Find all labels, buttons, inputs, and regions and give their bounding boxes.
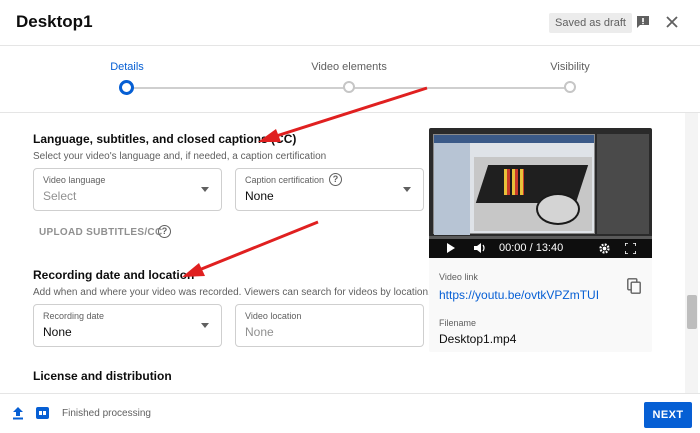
video-language-label: Video language — [43, 175, 106, 185]
video-link-label: Video link — [439, 272, 478, 282]
volume-icon[interactable] — [473, 242, 487, 254]
video-player[interactable]: 00:00 / 13:40 — [429, 128, 652, 258]
upload-icon — [13, 407, 23, 420]
chevron-down-icon — [201, 323, 209, 328]
video-language-select[interactable]: Video language Select — [33, 168, 222, 211]
caption-certification-label: Caption certification — [245, 175, 325, 185]
dialog-title: Desktop1 — [16, 12, 93, 31]
hd-processing-icon — [36, 407, 49, 419]
recording-section-description: Add when and where your video was record… — [33, 287, 431, 298]
tab-details[interactable]: Details — [110, 61, 144, 73]
video-time: 00:00 / 13:40 — [499, 242, 564, 254]
caption-certification-help-icon[interactable]: ? — [329, 173, 342, 186]
video-thumbnail-frame — [433, 134, 595, 235]
scrollbar-thumb[interactable] — [687, 295, 697, 329]
video-preview-card: 00:00 / 13:40 Video link https://youtu.b… — [429, 128, 652, 352]
close-icon[interactable] — [664, 14, 680, 30]
tab-visibility[interactable]: Visibility — [550, 61, 590, 73]
saved-as-draft-badge: Saved as draft — [549, 13, 632, 33]
dialog-footer: Finished processing NEXT — [0, 393, 700, 433]
feedback-icon[interactable] — [635, 14, 651, 30]
processing-status: Finished processing — [62, 408, 151, 419]
play-icon[interactable] — [447, 243, 455, 253]
dialog-header: Desktop1 Saved as draft — [0, 0, 700, 46]
upload-stepper: Details Video elements Visibility — [0, 47, 700, 113]
step-dot-details[interactable] — [119, 80, 134, 95]
step-dot-video-elements[interactable] — [343, 81, 355, 93]
captions-section-title: Language, subtitles, and closed captions… — [33, 132, 297, 146]
video-language-value: Select — [43, 189, 77, 203]
recording-section-title: Recording date and location — [33, 268, 195, 282]
tab-video-elements[interactable]: Video elements — [311, 61, 387, 73]
recording-date-label: Recording date — [43, 311, 105, 321]
scrollbar-track[interactable] — [685, 113, 698, 393]
filename-value: Desktop1.mp4 — [439, 332, 517, 346]
video-location-input[interactable]: Video location None — [235, 304, 424, 347]
copy-icon[interactable] — [627, 278, 641, 294]
filename-label: Filename — [439, 318, 477, 328]
upload-subtitles-button[interactable]: UPLOAD SUBTITLES/CC — [39, 227, 162, 238]
upload-subtitles-help-icon[interactable]: ? — [158, 225, 171, 238]
video-link[interactable]: https://youtu.be/ovtkVPZmTUI — [439, 288, 599, 302]
video-location-label: Video location — [245, 311, 302, 321]
chevron-down-icon — [201, 187, 209, 192]
captions-section-description: Select your video's language and, if nee… — [33, 151, 327, 162]
video-controls: 00:00 / 13:40 — [429, 239, 652, 258]
fullscreen-icon[interactable] — [625, 243, 636, 254]
caption-certification-value: None — [245, 189, 274, 203]
recording-date-value: None — [43, 325, 72, 339]
recording-date-select[interactable]: Recording date None — [33, 304, 222, 347]
license-section-title: License and distribution — [33, 369, 172, 383]
chevron-down-icon — [403, 187, 411, 192]
next-button[interactable]: NEXT — [644, 402, 692, 428]
annotation-arrow-recording — [182, 220, 319, 277]
step-dot-visibility[interactable] — [564, 81, 576, 93]
gear-icon[interactable] — [598, 242, 611, 255]
video-location-placeholder: None — [245, 325, 274, 339]
